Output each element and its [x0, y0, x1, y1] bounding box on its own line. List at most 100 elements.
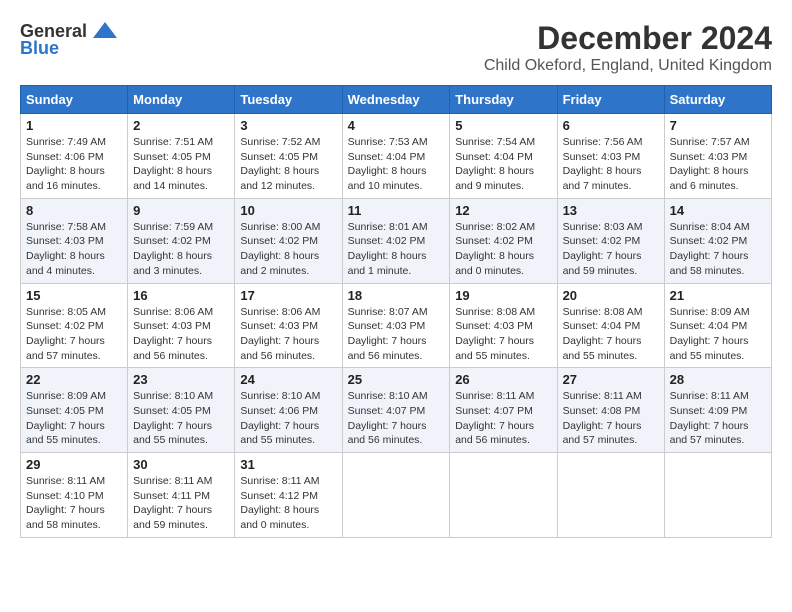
day-number: 10 [240, 203, 336, 218]
day-number: 29 [26, 457, 122, 472]
week-row-4: 22 Sunrise: 8:09 AMSunset: 4:05 PMDayligh… [21, 368, 772, 453]
day-info: Sunrise: 8:08 AMSunset: 4:04 PMDaylight:… [563, 305, 659, 364]
day-cell: 3 Sunrise: 7:52 AMSunset: 4:05 PMDaylight… [235, 114, 342, 199]
day-info: Sunrise: 8:02 AMSunset: 4:02 PMDaylight:… [455, 220, 551, 279]
day-cell: 22 Sunrise: 8:09 AMSunset: 4:05 PMDayligh… [21, 368, 128, 453]
day-info: Sunrise: 7:57 AMSunset: 4:03 PMDaylight:… [670, 135, 766, 194]
col-wednesday: Wednesday [342, 86, 450, 114]
day-info: Sunrise: 8:00 AMSunset: 4:02 PMDaylight:… [240, 220, 336, 279]
day-info: Sunrise: 8:06 AMSunset: 4:03 PMDaylight:… [133, 305, 229, 364]
day-number: 14 [670, 203, 766, 218]
day-cell: 18 Sunrise: 8:07 AMSunset: 4:03 PMDayligh… [342, 283, 450, 368]
day-info: Sunrise: 7:49 AMSunset: 4:06 PMDaylight:… [26, 135, 122, 194]
day-cell: 31 Sunrise: 8:11 AMSunset: 4:12 PMDayligh… [235, 453, 342, 538]
day-info: Sunrise: 8:10 AMSunset: 4:05 PMDaylight:… [133, 389, 229, 448]
day-info: Sunrise: 8:11 AMSunset: 4:12 PMDaylight:… [240, 474, 336, 533]
day-cell: 27Sunrise: 8:11 AMSunset: 4:08 PMDayligh… [557, 368, 664, 453]
day-info: Sunrise: 8:09 AMSunset: 4:05 PMDaylight:… [26, 389, 122, 448]
calendar-table: Sunday Monday Tuesday Wednesday Thursday… [20, 85, 772, 538]
day-cell: 13 Sunrise: 8:03 AMSunset: 4:02 PMDayligh… [557, 198, 664, 283]
day-number: 12 [455, 203, 551, 218]
day-number: 7 [670, 118, 766, 133]
day-cell: 6Sunrise: 7:56 AMSunset: 4:03 PMDaylight… [557, 114, 664, 199]
day-number: 22 [26, 372, 122, 387]
day-cell: 8Sunrise: 7:58 AMSunset: 4:03 PMDaylight… [21, 198, 128, 283]
day-number: 25 [348, 372, 445, 387]
day-number: 20 [563, 288, 659, 303]
day-cell [557, 453, 664, 538]
day-cell: 7 Sunrise: 7:57 AMSunset: 4:03 PMDaylight… [664, 114, 771, 199]
day-number: 28 [670, 372, 766, 387]
day-number: 16 [133, 288, 229, 303]
day-cell: 16 Sunrise: 8:06 AMSunset: 4:03 PMDayligh… [128, 283, 235, 368]
day-number: 17 [240, 288, 336, 303]
week-row-5: 29 Sunrise: 8:11 AMSunset: 4:10 PMDayligh… [21, 453, 772, 538]
day-info: Sunrise: 8:10 AMSunset: 4:07 PMDaylight:… [348, 389, 445, 448]
day-cell: 9Sunrise: 7:59 AMSunset: 4:02 PMDaylight… [128, 198, 235, 283]
day-cell: 25 Sunrise: 8:10 AMSunset: 4:07 PMDayligh… [342, 368, 450, 453]
day-info: Sunrise: 8:11 AMSunset: 4:10 PMDaylight:… [26, 474, 122, 533]
day-number: 1 [26, 118, 122, 133]
day-info: Sunrise: 7:52 AMSunset: 4:05 PMDaylight:… [240, 135, 336, 194]
week-row-1: 1 Sunrise: 7:49 AMSunset: 4:06 PMDaylight… [21, 114, 772, 199]
day-cell: 11 Sunrise: 8:01 AMSunset: 4:02 PMDayligh… [342, 198, 450, 283]
header-row: Sunday Monday Tuesday Wednesday Thursday… [21, 86, 772, 114]
day-cell: 5 Sunrise: 7:54 AMSunset: 4:04 PMDaylight… [450, 114, 557, 199]
day-cell: 2Sunrise: 7:51 AMSunset: 4:05 PMDaylight… [128, 114, 235, 199]
logo-icon [91, 20, 119, 42]
day-info: Sunrise: 8:09 AMSunset: 4:04 PMDaylight:… [670, 305, 766, 364]
day-cell: 15 Sunrise: 8:05 AMSunset: 4:02 PMDayligh… [21, 283, 128, 368]
day-info: Sunrise: 8:11 AMSunset: 4:08 PMDaylight:… [563, 389, 659, 448]
day-cell: 1 Sunrise: 7:49 AMSunset: 4:06 PMDaylight… [21, 114, 128, 199]
day-info: Sunrise: 8:01 AMSunset: 4:02 PMDaylight:… [348, 220, 445, 279]
day-number: 13 [563, 203, 659, 218]
day-info: Sunrise: 8:08 AMSunset: 4:03 PMDaylight:… [455, 305, 551, 364]
logo-blue: Blue [20, 38, 59, 59]
day-cell [342, 453, 450, 538]
day-number: 18 [348, 288, 445, 303]
day-number: 19 [455, 288, 551, 303]
col-saturday: Saturday [664, 86, 771, 114]
day-number: 30 [133, 457, 229, 472]
day-info: Sunrise: 8:06 AMSunset: 4:03 PMDaylight:… [240, 305, 336, 364]
day-cell: 17 Sunrise: 8:06 AMSunset: 4:03 PMDayligh… [235, 283, 342, 368]
day-number: 5 [455, 118, 551, 133]
day-number: 31 [240, 457, 336, 472]
month-title: December 2024 [484, 20, 772, 57]
week-row-3: 15 Sunrise: 8:05 AMSunset: 4:02 PMDayligh… [21, 283, 772, 368]
day-info: Sunrise: 8:11 AMSunset: 4:11 PMDaylight:… [133, 474, 229, 533]
day-info: Sunrise: 8:11 AMSunset: 4:09 PMDaylight:… [670, 389, 766, 448]
day-cell: 29 Sunrise: 8:11 AMSunset: 4:10 PMDayligh… [21, 453, 128, 538]
day-number: 8 [26, 203, 122, 218]
day-cell: 12 Sunrise: 8:02 AMSunset: 4:02 PMDayligh… [450, 198, 557, 283]
day-cell: 10 Sunrise: 8:00 AMSunset: 4:02 PMDayligh… [235, 198, 342, 283]
location-title: Child Okeford, England, United Kingdom [484, 57, 772, 75]
day-cell: 24 Sunrise: 8:10 AMSunset: 4:06 PMDayligh… [235, 368, 342, 453]
day-number: 15 [26, 288, 122, 303]
day-info: Sunrise: 7:54 AMSunset: 4:04 PMDaylight:… [455, 135, 551, 194]
day-cell: 19 Sunrise: 8:08 AMSunset: 4:03 PMDayligh… [450, 283, 557, 368]
day-number: 11 [348, 203, 445, 218]
col-thursday: Thursday [450, 86, 557, 114]
day-info: Sunrise: 8:05 AMSunset: 4:02 PMDaylight:… [26, 305, 122, 364]
week-row-2: 8Sunrise: 7:58 AMSunset: 4:03 PMDaylight… [21, 198, 772, 283]
day-number: 24 [240, 372, 336, 387]
day-info: Sunrise: 8:03 AMSunset: 4:02 PMDaylight:… [563, 220, 659, 279]
day-cell: 30 Sunrise: 8:11 AMSunset: 4:11 PMDayligh… [128, 453, 235, 538]
day-number: 4 [348, 118, 445, 133]
day-info: Sunrise: 8:07 AMSunset: 4:03 PMDaylight:… [348, 305, 445, 364]
col-sunday: Sunday [21, 86, 128, 114]
col-tuesday: Tuesday [235, 86, 342, 114]
day-number: 3 [240, 118, 336, 133]
day-number: 21 [670, 288, 766, 303]
day-info: Sunrise: 8:10 AMSunset: 4:06 PMDaylight:… [240, 389, 336, 448]
calendar-header: Sunday Monday Tuesday Wednesday Thursday… [21, 86, 772, 114]
day-info: Sunrise: 7:53 AMSunset: 4:04 PMDaylight:… [348, 135, 445, 194]
day-cell: 23Sunrise: 8:10 AMSunset: 4:05 PMDayligh… [128, 368, 235, 453]
day-info: Sunrise: 7:51 AMSunset: 4:05 PMDaylight:… [133, 135, 229, 194]
day-cell: 26Sunrise: 8:11 AMSunset: 4:07 PMDayligh… [450, 368, 557, 453]
title-area: December 2024 Child Okeford, England, Un… [484, 20, 772, 75]
day-cell: 20 Sunrise: 8:08 AMSunset: 4:04 PMDayligh… [557, 283, 664, 368]
day-number: 6 [563, 118, 659, 133]
calendar-body: 1 Sunrise: 7:49 AMSunset: 4:06 PMDaylight… [21, 114, 772, 538]
